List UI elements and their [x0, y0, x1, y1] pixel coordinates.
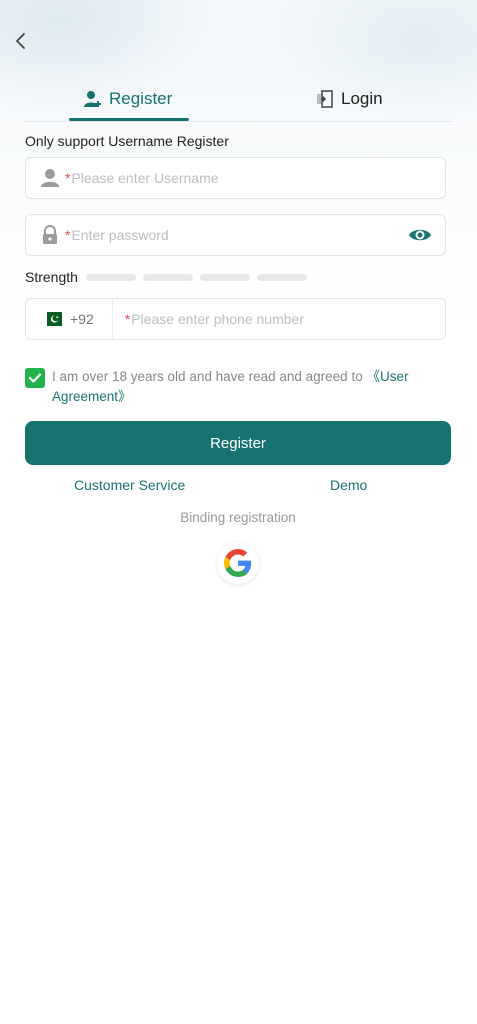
- phone-field[interactable]: +92 *: [25, 298, 446, 340]
- binding-registration-label: Binding registration: [180, 510, 296, 525]
- check-icon: [28, 373, 42, 383]
- register-hint: Only support Username Register: [25, 133, 229, 149]
- google-signin-button[interactable]: [217, 542, 259, 584]
- username-input[interactable]: [71, 170, 445, 186]
- country-code: +92: [70, 311, 94, 327]
- pakistan-flag-icon: [42, 312, 62, 326]
- register-user-icon: [84, 91, 101, 107]
- password-input[interactable]: [71, 227, 407, 243]
- demo-link[interactable]: Demo: [330, 477, 367, 493]
- strength-label: Strength: [25, 269, 78, 285]
- agreement-checkbox[interactable]: [25, 368, 45, 388]
- lock-icon: [43, 225, 57, 244]
- back-button[interactable]: [8, 28, 34, 54]
- password-strength: Strength: [25, 269, 314, 285]
- username-field[interactable]: *: [25, 157, 446, 199]
- eye-icon[interactable]: [407, 222, 433, 248]
- phone-required-mark: *: [124, 311, 131, 327]
- agreement-text: I am over 18 years old and have read and…: [52, 367, 445, 407]
- strength-bar: [142, 273, 193, 281]
- phone-input[interactable]: [131, 311, 445, 327]
- register-button[interactable]: Register: [25, 421, 451, 465]
- strength-bar: [256, 273, 307, 281]
- agreement-statement: I am over 18 years old and have read and…: [52, 369, 367, 384]
- user-icon: [41, 169, 59, 187]
- customer-service-link[interactable]: Customer Service: [74, 477, 185, 493]
- country-code-selector[interactable]: +92: [26, 299, 113, 339]
- username-required-mark: *: [65, 170, 71, 186]
- google-icon: [224, 549, 252, 577]
- agreement-row: I am over 18 years old and have read and…: [25, 367, 445, 407]
- strength-bar: [199, 273, 250, 281]
- strength-bar: [85, 273, 136, 281]
- tab-login[interactable]: Login: [315, 78, 383, 120]
- auth-tabs: Register Login: [25, 78, 452, 122]
- password-field[interactable]: *: [25, 214, 446, 256]
- tab-login-label: Login: [341, 89, 383, 108]
- back-icon: [16, 33, 25, 49]
- login-door-icon: [317, 90, 333, 108]
- tab-register-label: Register: [109, 89, 173, 108]
- password-required-mark: *: [65, 227, 71, 243]
- active-tab-indicator: [69, 118, 189, 121]
- tab-register[interactable]: Register: [83, 78, 172, 120]
